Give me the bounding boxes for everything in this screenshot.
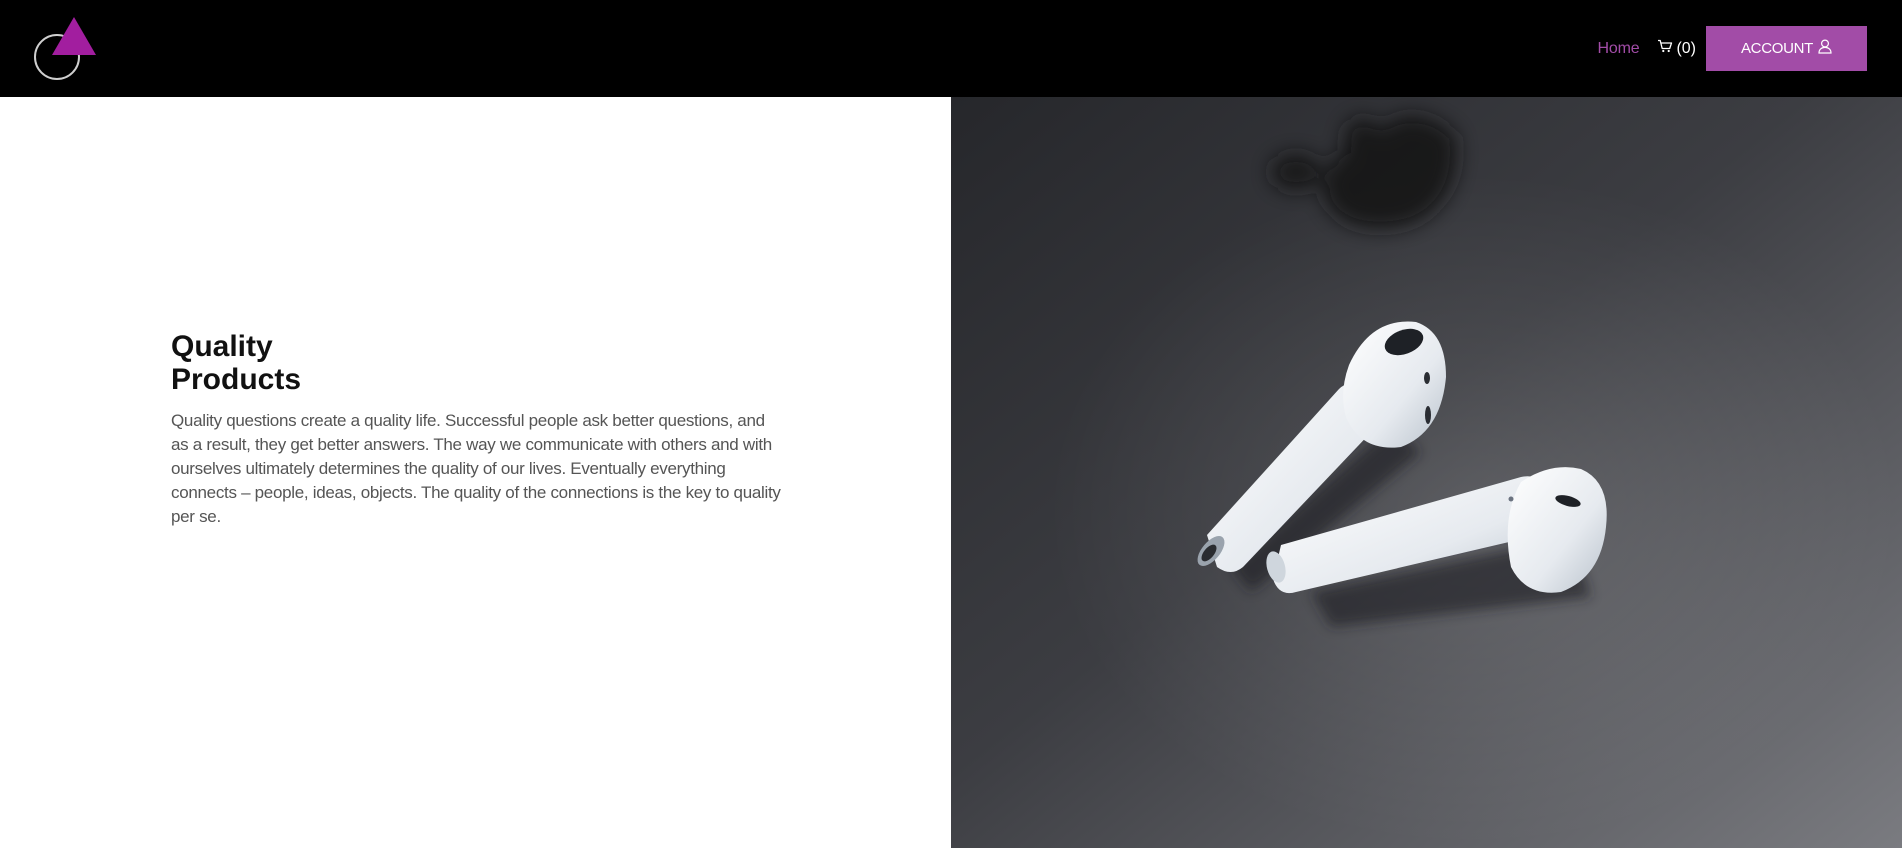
cart-icon bbox=[1657, 39, 1676, 58]
main-nav: Home (0) ACCOUNT bbox=[1598, 26, 1867, 71]
logo-icon[interactable] bbox=[34, 16, 98, 82]
user-icon bbox=[1813, 39, 1832, 58]
hero-description: Quality questions create a quality life.… bbox=[171, 411, 781, 526]
hero-image bbox=[951, 97, 1902, 848]
cart-count: (0) bbox=[1676, 39, 1696, 57]
site-header: Home (0) ACCOUNT bbox=[0, 0, 1902, 97]
nav-home-link[interactable]: Home bbox=[1598, 40, 1640, 58]
earbuds-photo bbox=[951, 97, 1902, 848]
cart-link[interactable]: (0) bbox=[1657, 39, 1696, 58]
account-label: ACCOUNT bbox=[1740, 40, 1814, 57]
hero-title-line-1: Quality bbox=[171, 330, 273, 363]
account-button[interactable]: ACCOUNT bbox=[1706, 26, 1867, 71]
hero-title: Quality Products bbox=[171, 330, 371, 396]
hero-text-section: Quality Products Quality questions creat… bbox=[0, 97, 951, 848]
hero-title-line-2: Products bbox=[171, 363, 302, 396]
